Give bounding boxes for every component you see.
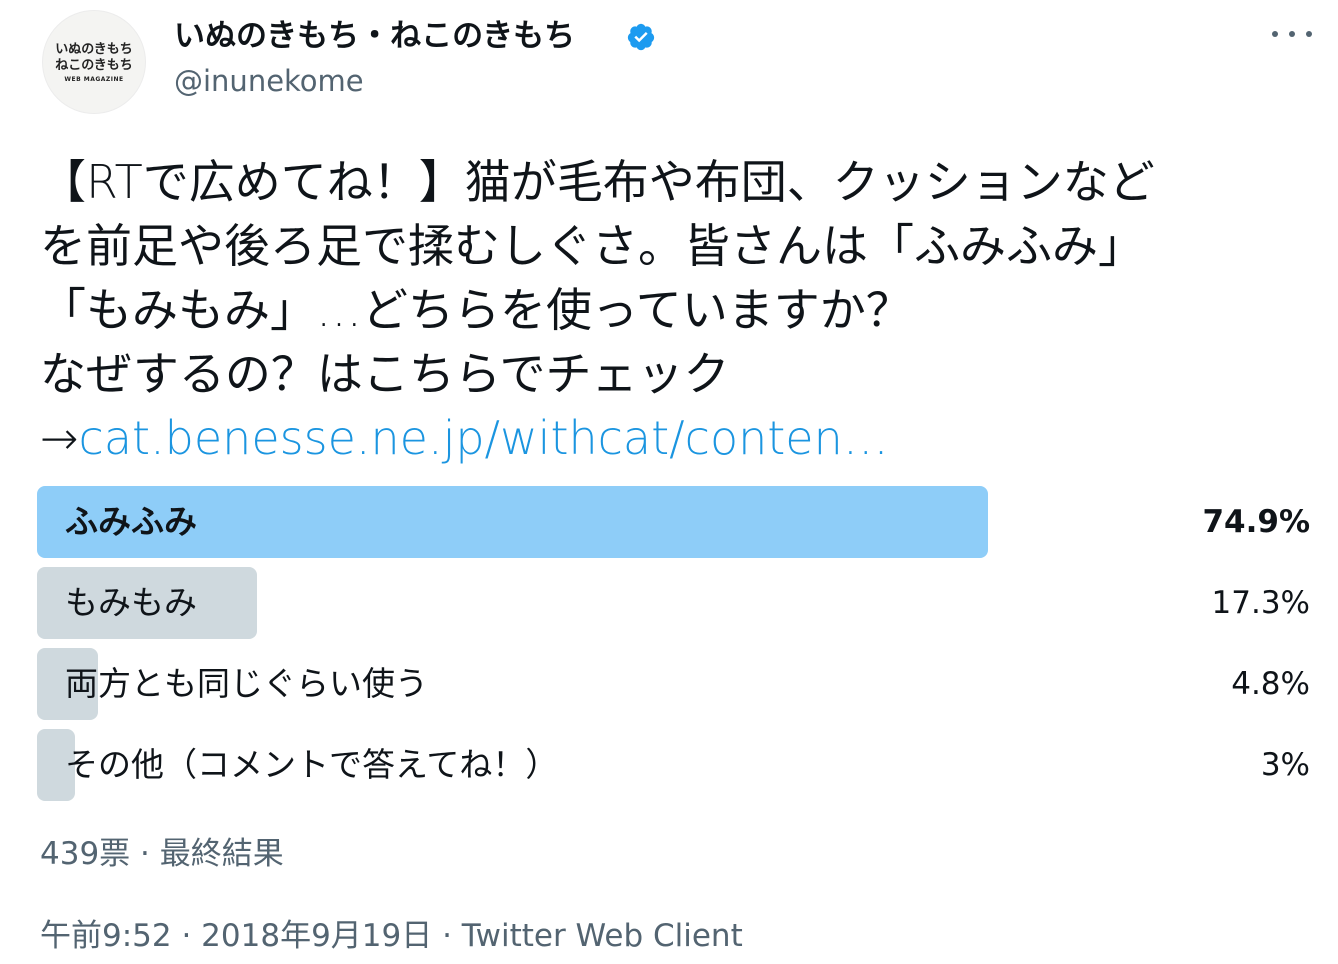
poll-option: もみもみ 17.3%	[37, 567, 1312, 639]
poll-option-percent: 74.9%	[1202, 504, 1310, 540]
tweet-timestamp[interactable]: 午前9:52 · 2018年9月19日 · Twitter Web Client	[40, 910, 743, 955]
more-dot	[1289, 31, 1295, 37]
more-dot	[1272, 31, 1278, 37]
avatar-logo-line-2: ねこのきもち	[55, 57, 133, 73]
tweet-text-line: 【RTで広めてね！】猫が毛布や布団、クッションなど	[40, 155, 1155, 209]
poll-option-percent: 17.3%	[1211, 585, 1310, 621]
verified-badge-icon	[627, 23, 655, 51]
avatar-logo-subtitle: WEB MAGAZINE	[64, 75, 124, 83]
tweet-text-line: なぜするの？はこちらでチェック	[40, 347, 730, 401]
tweet-text: 【RTで広めてね！】猫が毛布や布団、クッションなど を前足や後ろ足で揉むしぐさ。…	[40, 150, 1300, 470]
tweet-card: いぬのきもち ねこのきもち WEB MAGAZINE いぬのきもち・ねこのきもち…	[0, 0, 1338, 964]
poll-option-percent: 3%	[1260, 747, 1310, 783]
poll-option-label: もみもみ	[65, 583, 197, 622]
tweet-link-line: →cat.benesse.ne.jp/withcat/conten…	[40, 406, 1300, 470]
tweet-text-line: 「もみもみ」…どちらを使っていますか？	[40, 283, 912, 337]
more-options-icon[interactable]	[1272, 22, 1312, 46]
display-name[interactable]: いぬのきもち・ねこのきもち	[174, 16, 575, 56]
avatar[interactable]: いぬのきもち ねこのきもち WEB MAGAZINE	[42, 10, 146, 114]
poll-option-percent: 4.8%	[1231, 666, 1310, 702]
poll-option: その他（コメントで答えてね！） 3%	[37, 729, 1312, 801]
more-dot	[1306, 31, 1312, 37]
tweet-text-line: を前足や後ろ足で揉むしぐさ。皆さんは「ふみふみ」	[40, 219, 1144, 273]
poll-vote-summary: 439票 · 最終結果	[40, 836, 284, 872]
poll-option-label: 両方とも同じぐらい使う	[65, 664, 428, 703]
tweet-link[interactable]: cat.benesse.ne.jp/withcat/conten…	[79, 411, 889, 465]
poll-option-label: ふみふみ	[65, 502, 197, 541]
poll-option: ふみふみ 74.9%	[37, 486, 1312, 558]
poll: ふみふみ 74.9% もみもみ 17.3% 両方とも同じぐらい使う 4.8% そ…	[37, 486, 1312, 810]
poll-option-label: その他（コメントで答えてね！）	[65, 745, 559, 784]
poll-option: 両方とも同じぐらい使う 4.8%	[37, 648, 1312, 720]
avatar-logo-line-1: いぬのきもち	[55, 41, 133, 57]
account-handle[interactable]: @inunekome	[174, 62, 364, 100]
arrow-glyph: →	[40, 411, 79, 465]
